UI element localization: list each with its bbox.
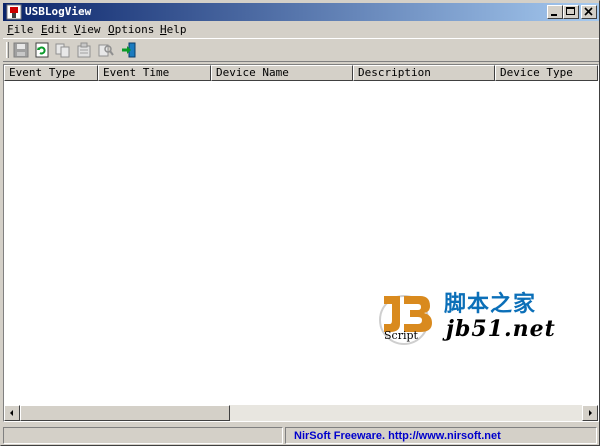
status-bar: NirSoft Freeware. http://www.nirsoft.net — [3, 426, 599, 445]
menu-help[interactable]: Help — [160, 23, 187, 36]
watermark-script: Script — [384, 329, 418, 342]
column-device-name[interactable]: Device Name — [211, 65, 353, 81]
nirsoft-link[interactable]: NirSoft Freeware. http://www.nirsoft.net — [294, 430, 501, 442]
scroll-thumb[interactable] — [20, 405, 230, 421]
refresh-button[interactable] — [32, 41, 52, 59]
arrow-left-icon — [10, 410, 13, 416]
save-button[interactable] — [11, 41, 31, 59]
status-pane-count — [3, 427, 283, 444]
find-icon — [98, 44, 114, 57]
refresh-icon — [35, 42, 49, 58]
list-header: Event Type Event Time Device Name Descri… — [4, 65, 598, 81]
watermark-chinese: 脚本之家 — [444, 292, 537, 317]
scroll-right-button[interactable] — [582, 405, 598, 421]
menu-bar: File Edit View Options Help — [3, 21, 599, 38]
menu-view[interactable]: View — [74, 23, 101, 36]
column-event-type[interactable]: Event Type — [4, 65, 98, 81]
properties-button[interactable] — [74, 41, 94, 59]
app-icon[interactable] — [6, 4, 22, 20]
minimize-button[interactable] — [547, 5, 563, 19]
scroll-left-button[interactable] — [4, 405, 20, 421]
minimize-icon — [551, 14, 557, 16]
exit-button[interactable] — [119, 41, 139, 59]
event-list[interactable]: Event Type Event Time Device Name Descri… — [3, 64, 599, 422]
exit-icon — [122, 42, 136, 58]
copy-icon — [55, 43, 70, 58]
close-button[interactable] — [581, 5, 597, 19]
maximize-icon — [566, 7, 575, 15]
toolbar — [3, 38, 599, 62]
window-title: USBLogView — [25, 5, 92, 18]
copy-button[interactable] — [53, 41, 73, 59]
title-bar[interactable]: USBLogView — [3, 3, 599, 21]
column-description[interactable]: Description — [353, 65, 495, 81]
column-device-type[interactable]: Device Type — [495, 65, 598, 81]
menu-edit[interactable]: Edit — [41, 23, 68, 36]
watermark: Script 脚本之家 jb51.net — [374, 286, 574, 346]
arrow-right-icon — [589, 410, 592, 416]
toolbar-grip[interactable] — [6, 42, 9, 58]
horizontal-scrollbar[interactable] — [4, 405, 598, 421]
save-icon — [13, 42, 29, 58]
properties-icon — [77, 42, 91, 58]
menu-file[interactable]: File — [7, 23, 34, 36]
status-pane-link: NirSoft Freeware. http://www.nirsoft.net — [285, 427, 597, 444]
watermark-url: jb51.net — [446, 316, 556, 342]
maximize-button[interactable] — [563, 5, 579, 19]
column-event-time[interactable]: Event Time — [98, 65, 211, 81]
find-button[interactable] — [96, 41, 116, 59]
close-icon — [584, 7, 593, 16]
app-window: USBLogView File Edit View Options Help E… — [0, 0, 600, 446]
menu-options[interactable]: Options — [108, 23, 154, 36]
